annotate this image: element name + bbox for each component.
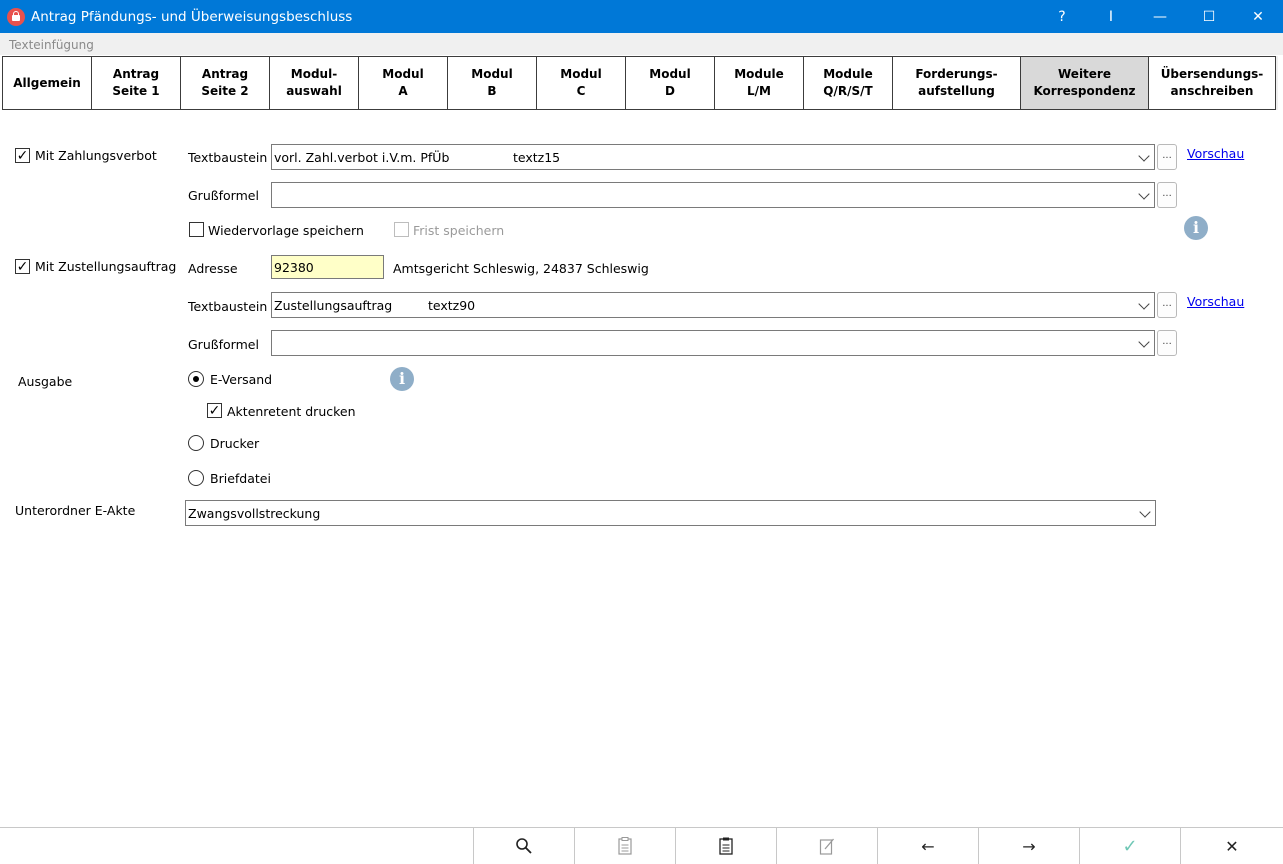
unterordner-value: Zwangsvollstreckung — [188, 505, 321, 521]
lock-app-icon — [7, 7, 25, 26]
tab-module-lm[interactable]: Module L/M — [714, 56, 804, 110]
tab-uebersendungsanschreiben[interactable]: Übersendungs- anschreiben — [1148, 56, 1276, 110]
cancel-button[interactable]: ✕ — [1180, 828, 1283, 864]
close-icon: ✕ — [1225, 836, 1239, 856]
search-button[interactable] — [473, 828, 574, 864]
back-button[interactable]: ← — [877, 828, 978, 864]
tab-modul-b[interactable]: Modul B — [447, 56, 537, 110]
help-button[interactable]: ? — [1038, 0, 1086, 33]
info-icon[interactable]: i — [1184, 216, 1208, 240]
textbaustein-value-2: Zustellungsauftrag textz90 — [274, 297, 476, 313]
window-title: Antrag Pfändungs- und Überweisungsbeschl… — [31, 8, 353, 25]
tab-weitere-korrespondenz[interactable]: Weitere Korrespondenz — [1020, 56, 1149, 110]
tab-antrag-seite-1[interactable]: Antrag Seite 1 — [91, 56, 181, 110]
document-edit-button[interactable] — [776, 828, 877, 864]
grussformel-combo-2[interactable] — [271, 330, 1155, 356]
wiedervorlage-label: Wiedervorlage speichern — [208, 223, 364, 238]
radio-briefdatei[interactable] — [188, 470, 204, 486]
adresse-input[interactable]: 92380 — [271, 255, 384, 279]
tab-antrag-seite-2[interactable]: Antrag Seite 2 — [180, 56, 270, 110]
chevron-down-icon — [1138, 336, 1150, 348]
tab-modulauswahl[interactable]: Modul- auswahl — [269, 56, 359, 110]
textbaustein-label-2: Textbaustein — [188, 299, 268, 314]
chevron-down-icon — [1139, 506, 1151, 518]
textbaustein-label-1: Textbaustein — [188, 150, 268, 165]
tab-allgemein[interactable]: Allgemein — [2, 56, 92, 110]
chevron-down-icon — [1138, 150, 1150, 162]
textbaustein-value-1: vorl. Zahl.verbot i.V.m. PfÜb textz15 — [274, 149, 561, 165]
briefdatei-label: Briefdatei — [210, 471, 271, 486]
document-list-button[interactable] — [675, 828, 776, 864]
adresse-label: Adresse — [188, 261, 238, 276]
tab-modul-d[interactable]: Modul D — [625, 56, 715, 110]
minimize-button[interactable]: — — [1136, 0, 1184, 33]
search-icon — [516, 838, 532, 854]
bottom-toolbar: ← → ✓ ✕ — [0, 827, 1283, 864]
grussformel-browse-button-1[interactable]: ... — [1157, 182, 1177, 208]
e-versand-label: E-Versand — [210, 372, 273, 387]
adresse-text: Amtsgericht Schleswig, 24837 Schleswig — [393, 261, 649, 276]
document-list-icon — [719, 837, 733, 855]
vorschau-link-2[interactable]: Vorschau — [1187, 294, 1244, 309]
textbaustein-combo-2[interactable]: Zustellungsauftrag textz90 — [271, 292, 1155, 318]
grussformel-label-2: Grußformel — [188, 337, 259, 352]
tab-forderungsaufstellung[interactable]: Forderungs- aufstellung — [892, 56, 1021, 110]
chevron-down-icon — [1138, 298, 1150, 310]
forward-button[interactable]: → — [978, 828, 1079, 864]
drucker-label: Drucker — [210, 436, 260, 451]
zustellungsauftrag-label: Mit Zustellungsauftrag — [35, 259, 177, 274]
close-window-button[interactable]: ✕ — [1234, 0, 1282, 33]
vorschau-link-1[interactable]: Vorschau — [1187, 146, 1244, 161]
unterordner-combo[interactable]: Zwangsvollstreckung — [185, 500, 1156, 526]
info-icon[interactable]: i — [390, 367, 414, 391]
ausgabe-label: Ausgabe — [18, 374, 73, 389]
checkmark-icon: ✓ — [1122, 835, 1138, 857]
text-cursor-button[interactable]: I — [1087, 0, 1135, 33]
tab-modul-a[interactable]: Modul A — [358, 56, 448, 110]
adresse-value: 92380 — [274, 259, 314, 275]
arrow-right-icon: → — [1022, 836, 1036, 856]
wiedervorlage-checkbox[interactable] — [189, 222, 204, 237]
frist-checkbox[interactable] — [394, 222, 409, 237]
zahlungsverbot-label: Mit Zahlungsverbot — [35, 148, 157, 163]
arrow-left-icon: ← — [921, 836, 935, 856]
unterordner-label: Unterordner E-Akte — [15, 503, 136, 518]
ok-button[interactable]: ✓ — [1079, 828, 1180, 864]
maximize-button[interactable]: ☐ — [1185, 0, 1233, 33]
chevron-down-icon — [1138, 188, 1150, 200]
menu-bar: Texteinfügung — [0, 33, 1283, 55]
aktenretent-checkbox[interactable] — [207, 403, 222, 418]
menu-texteinfuegung[interactable]: Texteinfügung — [9, 38, 94, 52]
document-edit-icon — [819, 838, 834, 855]
radio-e-versand[interactable] — [188, 371, 204, 387]
grussformel-label-1: Grußformel — [188, 188, 259, 203]
zahlungsverbot-checkbox[interactable] — [15, 148, 30, 163]
textbaustein-browse-button-2[interactable]: ... — [1157, 292, 1177, 318]
title-bar: Antrag Pfändungs- und Überweisungsbeschl… — [0, 0, 1283, 33]
tab-strip: Allgemein Antrag Seite 1 Antrag Seite 2 … — [2, 56, 1278, 110]
clipboard-document-button[interactable] — [574, 828, 675, 864]
grussformel-combo-1[interactable] — [271, 182, 1155, 208]
document-clipboard-icon — [618, 837, 632, 855]
frist-label: Frist speichern — [413, 223, 505, 238]
zustellungsauftrag-checkbox[interactable] — [15, 259, 30, 274]
radio-drucker[interactable] — [188, 435, 204, 451]
textbaustein-combo-1[interactable]: vorl. Zahl.verbot i.V.m. PfÜb textz15 — [271, 144, 1155, 170]
tab-module-qrst[interactable]: Module Q/R/S/T — [803, 56, 893, 110]
textbaustein-browse-button-1[interactable]: ... — [1157, 144, 1177, 170]
grussformel-browse-button-2[interactable]: ... — [1157, 330, 1177, 356]
aktenretent-label: Aktenretent drucken — [227, 404, 356, 419]
tab-modul-c[interactable]: Modul C — [536, 56, 626, 110]
